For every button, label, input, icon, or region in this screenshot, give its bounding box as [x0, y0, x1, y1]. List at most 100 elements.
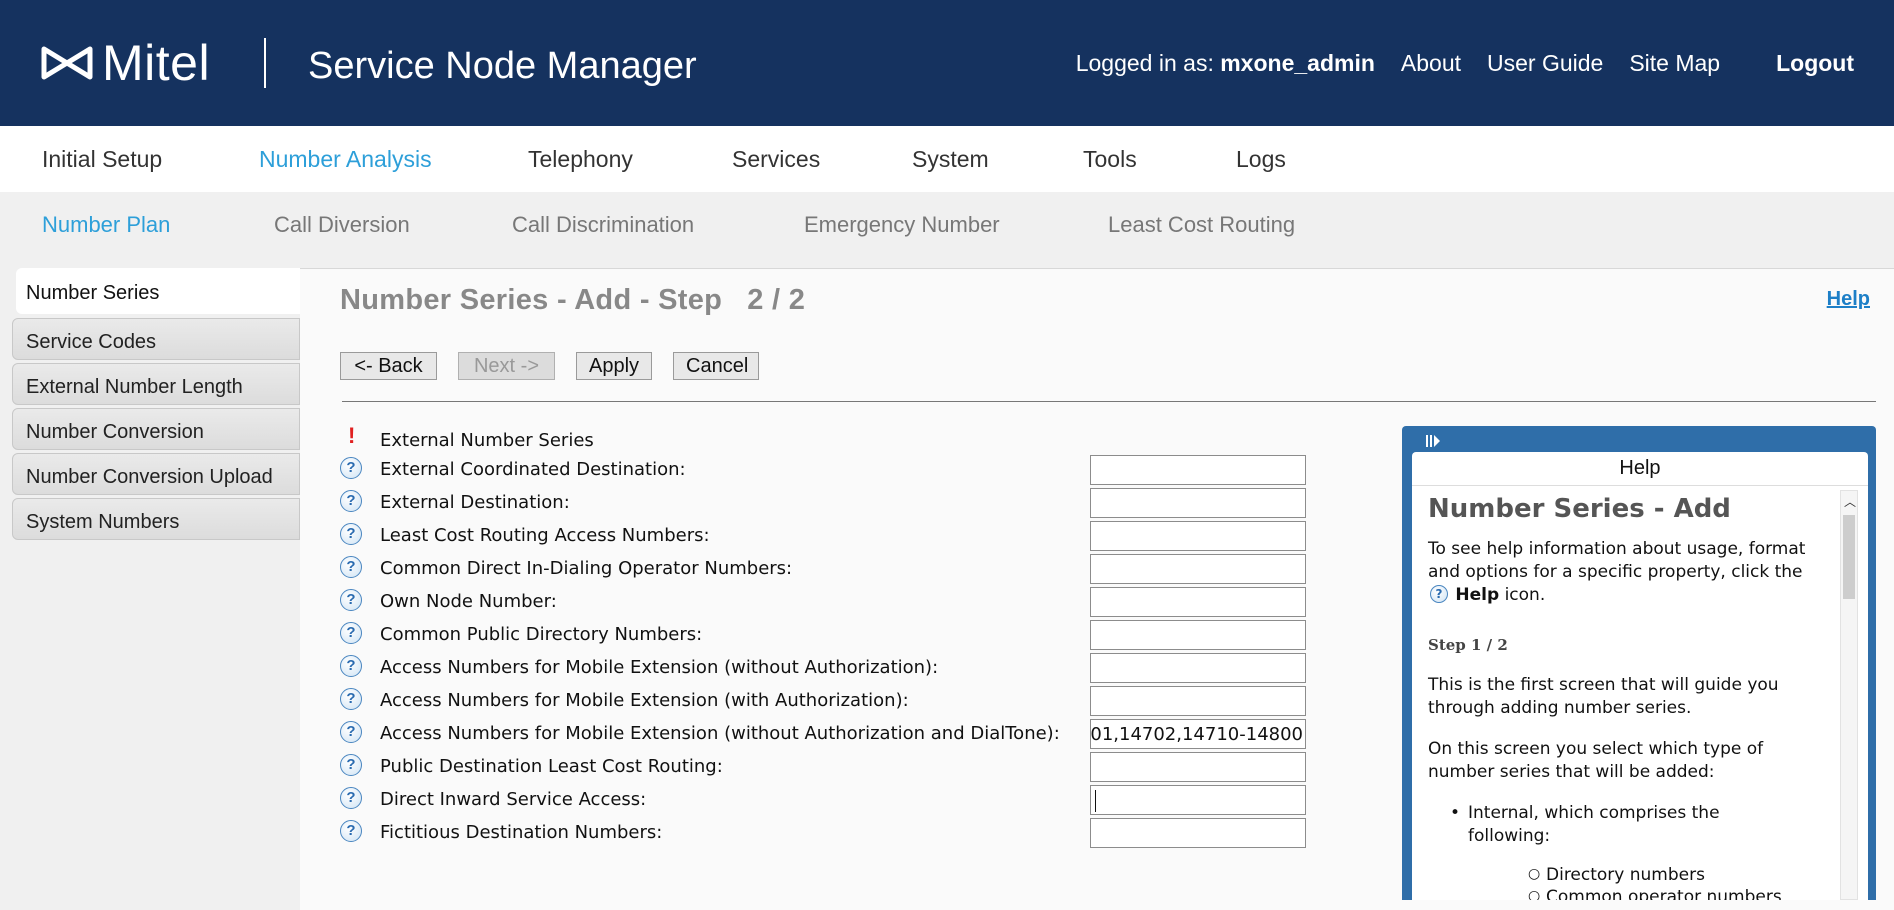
logout-link[interactable]: Logout — [1776, 50, 1854, 77]
common-public-directory-numbers-input[interactable] — [1090, 620, 1306, 650]
sidebar-item-number-conversion[interactable]: Number Conversion — [12, 408, 300, 450]
section-title: External Number Series — [380, 430, 594, 451]
public-destination-lcr-input[interactable] — [1090, 752, 1306, 782]
back-button[interactable]: <- Back — [340, 352, 437, 380]
user-guide-link[interactable]: User Guide — [1487, 50, 1603, 77]
form-row: ? External Coordinated Destination: — [340, 455, 1310, 485]
mobile-ext-without-auth-input[interactable] — [1090, 653, 1306, 683]
form-row: ? Public Destination Least Cost Routing: — [340, 752, 1310, 782]
field-label: Access Numbers for Mobile Extension (wit… — [380, 657, 939, 678]
nav-logs[interactable]: Logs — [1236, 146, 1286, 173]
field-label: External Destination: — [380, 492, 570, 513]
divider — [342, 401, 1876, 402]
nav-initial-setup[interactable]: Initial Setup — [42, 146, 162, 173]
sub-nav: Number Plan Call Diversion Call Discrimi… — [0, 192, 1894, 258]
help-scrollbar[interactable]: ︿ — [1840, 490, 1858, 900]
app-header: Mitel Service Node Manager Logged in as:… — [0, 0, 1894, 126]
help-question-icon[interactable]: ? — [340, 721, 362, 743]
nav-telephony[interactable]: Telephony — [528, 146, 633, 173]
mitel-logo[interactable]: Mitel — [40, 38, 210, 88]
field-label: Least Cost Routing Access Numbers: — [380, 525, 710, 546]
subnav-call-discrimination[interactable]: Call Discrimination — [512, 212, 694, 238]
username: mxone_admin — [1220, 50, 1375, 76]
step-indicator: 2 / 2 — [747, 284, 806, 316]
help-question-icon[interactable]: ? — [340, 556, 362, 578]
external-destination-input[interactable] — [1090, 488, 1306, 518]
subnav-least-cost-routing[interactable]: Least Cost Routing — [1108, 212, 1295, 238]
help-question-icon[interactable]: ? — [340, 490, 362, 512]
subnav-call-diversion[interactable]: Call Diversion — [274, 212, 410, 238]
sidebar-item-service-codes[interactable]: Service Codes — [12, 318, 300, 360]
mobile-ext-with-auth-input[interactable] — [1090, 686, 1306, 716]
direct-inward-service-access-input[interactable] — [1090, 785, 1306, 815]
help-panel-header: Help — [1412, 452, 1868, 486]
section-header: ! External Number Series — [340, 424, 1310, 454]
content-area: Number Series Service Codes External Num… — [0, 258, 1894, 910]
form-row: ? External Destination: — [340, 488, 1310, 518]
field-label: External Coordinated Destination: — [380, 459, 686, 480]
help-link[interactable]: Help — [1827, 288, 1870, 311]
form-row: ? Access Numbers for Mobile Extension (w… — [340, 686, 1310, 716]
field-label: Direct Inward Service Access: — [380, 789, 647, 810]
fictitious-destination-numbers-input[interactable] — [1090, 818, 1306, 848]
scroll-up-icon[interactable]: ︿ — [1844, 493, 1856, 510]
form-row: ? Access Numbers for Mobile Extension (w… — [340, 719, 1310, 749]
field-label: Common Public Directory Numbers: — [380, 624, 703, 645]
form-row: ? Own Node Number: — [340, 587, 1310, 617]
next-button[interactable]: Next -> — [458, 352, 555, 380]
help-sub-bullet: ○ Common operator numbers — [1528, 887, 1782, 900]
sidebar-item-system-numbers[interactable]: System Numbers — [12, 498, 300, 540]
lcr-access-numbers-input[interactable] — [1090, 521, 1306, 551]
subnav-emergency-number[interactable]: Emergency Number — [804, 212, 1000, 238]
page-title: Number Series - Add - Step 2 / 2 — [340, 284, 806, 316]
help-bullet: • Internal, which comprises the following… — [1450, 803, 1720, 846]
help-question-icon[interactable]: ? — [340, 820, 362, 842]
header-divider — [264, 38, 266, 88]
collapse-panel-icon[interactable] — [1426, 434, 1440, 448]
help-panel: Help Number Series - Add To see help inf… — [1402, 426, 1876, 900]
sidebar-item-external-number-length[interactable]: External Number Length — [12, 363, 300, 405]
subnav-number-plan[interactable]: Number Plan — [42, 212, 170, 238]
form-row: ? Fictitious Destination Numbers: — [340, 818, 1310, 848]
form-row: ? Direct Inward Service Access: — [340, 785, 1310, 815]
site-map-link[interactable]: Site Map — [1629, 50, 1720, 77]
help-question-icon[interactable]: ? — [340, 787, 362, 809]
form-row: ? Least Cost Routing Access Numbers: — [340, 521, 1310, 551]
cancel-button[interactable]: Cancel — [673, 352, 759, 380]
form-row: ? Access Numbers for Mobile Extension (w… — [340, 653, 1310, 683]
help-question-icon[interactable]: ? — [340, 589, 362, 611]
external-coordinated-destination-input[interactable] — [1090, 455, 1306, 485]
help-question-icon[interactable]: ? — [340, 754, 362, 776]
logo-text: Mitel — [102, 35, 211, 91]
mobile-ext-without-auth-dialtone-input[interactable]: 701,14702,14710-14800 — [1090, 719, 1306, 749]
product-name: Service Node Manager — [308, 45, 697, 87]
sidebar-item-number-series[interactable]: Number Series — [16, 268, 300, 314]
nav-number-analysis[interactable]: Number Analysis — [259, 146, 432, 173]
nav-services[interactable]: Services — [732, 146, 820, 173]
field-label: Access Numbers for Mobile Extension (wit… — [380, 690, 909, 711]
nav-tools[interactable]: Tools — [1083, 146, 1137, 173]
help-question-icon[interactable]: ? — [340, 688, 362, 710]
nav-system[interactable]: System — [912, 146, 989, 173]
help-question-icon[interactable]: ? — [340, 655, 362, 677]
help-panel-inner: Help Number Series - Add To see help inf… — [1412, 452, 1868, 900]
scrollbar-thumb[interactable] — [1843, 515, 1855, 599]
help-question-icon[interactable]: ? — [340, 622, 362, 644]
field-label: Public Destination Least Cost Routing: — [380, 756, 723, 777]
own-node-number-input[interactable] — [1090, 587, 1306, 617]
apply-button[interactable]: Apply — [576, 352, 652, 380]
form-row: ? Common Direct In-Dialing Operator Numb… — [340, 554, 1310, 584]
help-question-icon[interactable]: ? — [340, 523, 362, 545]
help-sub-bullet: ○ Directory numbers — [1528, 865, 1705, 885]
help-question-icon[interactable]: ? — [340, 457, 362, 479]
help-panel-body: Number Series - Add To see help informat… — [1412, 488, 1868, 900]
help-title: Number Series - Add — [1428, 494, 1731, 524]
mitel-logo-icon — [41, 46, 93, 80]
main-nav: Initial Setup Number Analysis Telephony … — [0, 126, 1894, 192]
field-label: Fictitious Destination Numbers: — [380, 822, 663, 843]
sidebar-item-number-conversion-upload[interactable]: Number Conversion Upload — [12, 453, 300, 495]
field-label: Common Direct In-Dialing Operator Number… — [380, 558, 793, 579]
about-link[interactable]: About — [1401, 50, 1461, 77]
help-intro: To see help information about usage, for… — [1428, 539, 1806, 605]
common-did-operator-numbers-input[interactable] — [1090, 554, 1306, 584]
